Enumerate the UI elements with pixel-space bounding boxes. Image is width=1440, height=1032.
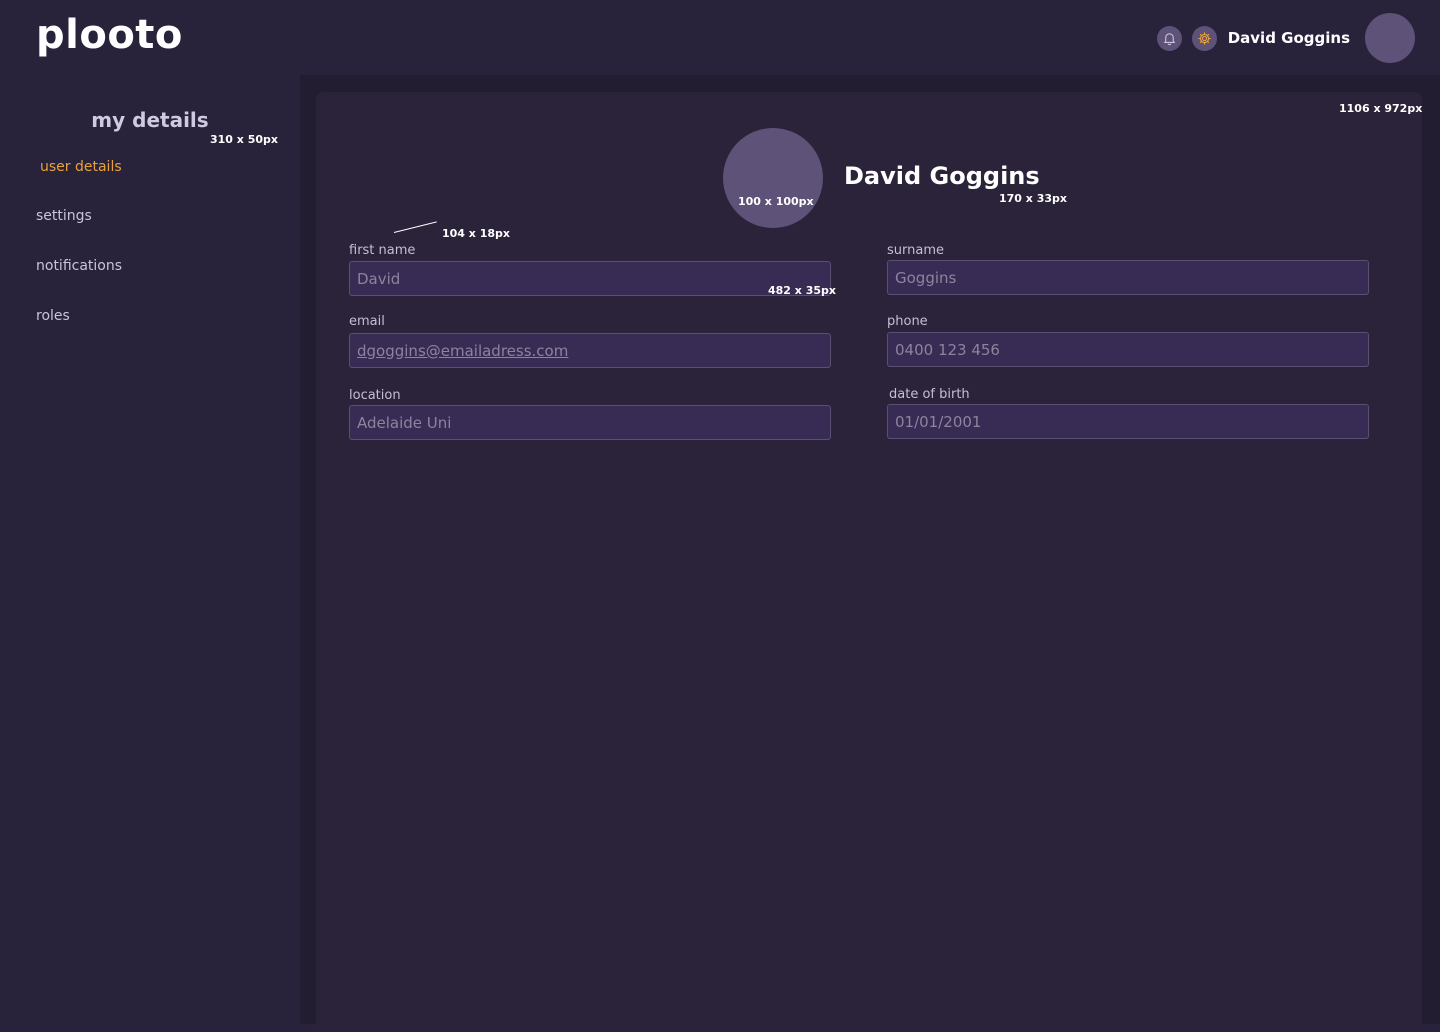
first-name-label: first name	[349, 243, 416, 258]
email-field[interactable]	[349, 333, 831, 368]
sidebar-item-roles[interactable]: roles	[36, 308, 70, 324]
gear-icon[interactable]	[1191, 25, 1217, 51]
first-name-field[interactable]	[349, 261, 831, 296]
field-dimension: 482 x 35px	[768, 284, 836, 297]
surname-label: surname	[887, 243, 944, 258]
date-of-birth-label: date of birth	[889, 387, 970, 402]
profile-name: David Goggins	[844, 162, 1040, 190]
surname-field[interactable]	[887, 260, 1369, 295]
date-of-birth-field[interactable]	[887, 404, 1369, 439]
profile-avatar[interactable]	[723, 128, 823, 228]
app-logo[interactable]: plooto	[36, 12, 183, 58]
header-user-area: David Goggins	[1156, 13, 1415, 63]
card-dimension: 1106 x 972px	[1339, 102, 1423, 115]
top-bar: plooto David Goggins	[0, 0, 1440, 75]
header-user-name[interactable]: David Goggins	[1228, 29, 1350, 47]
sidebar-title-dimension: 310 x 50px	[210, 133, 278, 146]
sidebar-item-notifications[interactable]: notifications	[36, 258, 122, 274]
email-label: email	[349, 314, 385, 329]
bell-icon[interactable]	[1156, 25, 1182, 51]
location-label: location	[349, 388, 401, 403]
sidebar-item-user-details[interactable]: user details	[40, 159, 122, 175]
label-dimension: 104 x 18px	[442, 227, 510, 240]
phone-field[interactable]	[887, 332, 1369, 367]
name-dimension: 170 x 33px	[999, 192, 1067, 205]
sidebar: my details 310 x 50px user details setti…	[0, 75, 300, 1024]
phone-label: phone	[887, 314, 928, 329]
avatar-dimension: 100 x 100px	[738, 195, 814, 208]
sidebar-title: my details	[91, 108, 209, 132]
header-avatar[interactable]	[1365, 13, 1415, 63]
sidebar-item-settings[interactable]: settings	[36, 208, 92, 224]
location-field[interactable]	[349, 405, 831, 440]
